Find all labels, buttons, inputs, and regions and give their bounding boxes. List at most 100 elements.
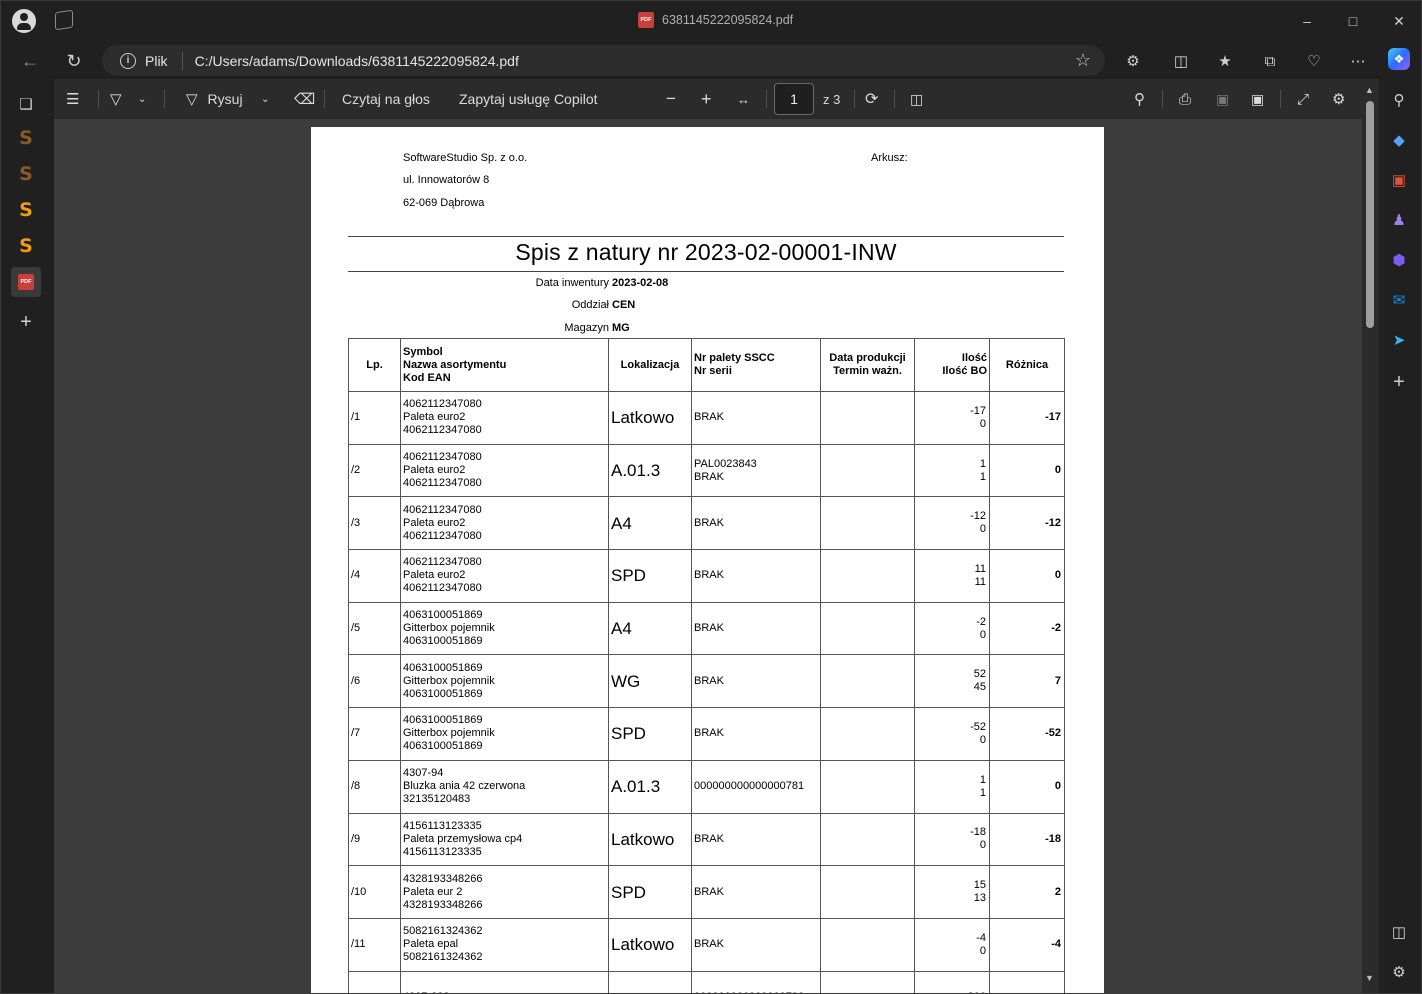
table-row: /6 4063100051869 Gitterbox pojemnik 4063100… (348, 654, 1065, 709)
draw-button[interactable]: ▽ Rysuj (186, 88, 243, 110)
minimize-icon[interactable]: – (1295, 9, 1319, 33)
cell-qty-bo: 0 (979, 839, 986, 852)
extensions-icon[interactable]: ⚙ (1121, 49, 1145, 73)
table-row: /1 4062112347080 Paleta euro2 4062112347080… (348, 391, 1065, 445)
cell-ean: 4062112347080 (403, 529, 482, 542)
pdf-scrollbar[interactable]: ▲ ▼ (1362, 79, 1379, 993)
read-aloud-button[interactable]: Czytaj na głos (342, 88, 430, 110)
microsoft-365-icon[interactable]: ⬢ (1388, 249, 1410, 271)
cell-qty: -18 0 (914, 812, 990, 867)
title-bar: PDF 6381145222095824.pdf – □ ✕ (1, 1, 1421, 41)
browser-essentials-icon[interactable]: ♡ (1302, 49, 1326, 73)
highlight-icon[interactable]: ▽ (110, 88, 122, 110)
cell-dates (820, 443, 915, 498)
contents-list-icon[interactable]: ☰ (66, 88, 79, 110)
cell-qty-bo: 1 (979, 786, 986, 799)
fullscreen-icon[interactable]: ⤢ (1297, 88, 1309, 110)
tab-softwarestudio-1[interactable]: S (11, 123, 41, 153)
col-header-dates: Data produkcji Termin ważn. (820, 338, 915, 392)
save-as-icon[interactable]: ▣ (1251, 88, 1264, 110)
cell-dates (820, 812, 915, 867)
info-icon[interactable]: i (120, 52, 136, 69)
softwarestudio-logo-icon: S (19, 199, 33, 221)
cell-qty: 11 (914, 759, 990, 814)
toolbar-divider (854, 90, 855, 108)
cell-location: Latkowo (608, 917, 692, 972)
copilot-icon[interactable]: ❖ (1388, 48, 1410, 70)
maximize-icon[interactable]: □ (1341, 9, 1365, 33)
close-icon[interactable]: ✕ (1387, 9, 1411, 33)
refresh-icon[interactable]: ↻ (61, 48, 87, 74)
cell-sscc: BRAK (691, 917, 821, 972)
scroll-down-arrow-icon[interactable]: ▼ (1365, 973, 1374, 983)
search-icon[interactable]: ⚲ (1388, 89, 1410, 111)
print-icon[interactable]: ⎙ (1179, 88, 1191, 110)
drop-send-icon[interactable]: ➤ (1388, 329, 1410, 351)
cell-ean: 4328193348266 (403, 898, 483, 911)
more-menu-icon[interactable]: ⋯ (1346, 49, 1370, 73)
scroll-up-arrow-icon[interactable]: ▲ (1365, 85, 1374, 95)
ask-copilot-button[interactable]: Zapytaj usługę Copilot (459, 88, 598, 110)
cell-ean: 32135120483 (403, 793, 471, 806)
search-icon[interactable]: ⚲ (1134, 88, 1145, 110)
company-name: SoftwareStudio Sp. z o.o. (403, 152, 528, 164)
cell-location: A.01.3 (608, 759, 692, 814)
collections-icon[interactable]: ⧉ (1258, 49, 1282, 73)
tab-pdf-active[interactable]: PDF (11, 267, 41, 297)
cell-location: Latkowo (608, 812, 692, 867)
cell-serial: BRAK (694, 516, 724, 529)
save-icon[interactable]: ▣ (1216, 88, 1229, 110)
col-header-qty: Ilość Ilość BO (914, 338, 990, 392)
shopping-tag-icon[interactable]: ◆ (1388, 129, 1410, 151)
back-arrow-icon[interactable]: ← (17, 48, 43, 74)
add-sidebar-app-plus-icon[interactable]: + (1388, 371, 1410, 393)
fit-width-icon[interactable]: ↔ (737, 88, 750, 110)
page-number-input[interactable]: 1 (774, 83, 814, 115)
chevron-down-icon[interactable]: ⌄ (138, 88, 146, 110)
outlook-icon[interactable]: ✉ (1388, 289, 1410, 311)
games-chess-icon[interactable]: ♟ (1388, 209, 1410, 231)
cell-diff: -52 (989, 707, 1065, 761)
cell-qty: 15 13 (914, 865, 990, 919)
tools-briefcase-icon[interactable]: ▣ (1388, 169, 1410, 191)
scrollbar-thumb[interactable] (1366, 101, 1374, 328)
table-row: /7 4063100051869 Gitterbox pojemnik 4063100… (348, 707, 1065, 761)
zoom-out-icon[interactable]: − (666, 88, 676, 110)
tab-softwarestudio-3[interactable]: S (11, 195, 41, 225)
rotate-icon[interactable]: ⟳ (865, 88, 878, 110)
page-total-label: z 3 (823, 91, 841, 107)
cell-location: SPD (608, 707, 692, 761)
table-row: /3 4062112347080 Paleta euro2 4062112347080… (348, 496, 1065, 551)
favorite-star-icon[interactable]: ☆ (1075, 50, 1091, 71)
chevron-down-icon[interactable]: ⌄ (261, 88, 269, 110)
workspaces-icon[interactable] (55, 9, 73, 31)
scheme-label: Plik (145, 52, 168, 69)
cell-sscc: BRAK (691, 865, 821, 919)
eraser-icon[interactable]: ⌫ (294, 88, 315, 110)
profile-avatar-icon[interactable] (12, 9, 36, 33)
cell-diff: -17 (989, 391, 1065, 445)
cell-symbol: 5082161324362 (403, 925, 483, 938)
toolbar-divider (164, 90, 165, 108)
cell-symbol: 4063100051869 (403, 714, 483, 727)
window-title: PDF 6381145222095824.pdf (638, 12, 793, 28)
page-view-icon[interactable]: ◫ (910, 88, 923, 110)
settings-gear-icon[interactable]: ⚙ (1332, 88, 1345, 110)
tab-softwarestudio-4[interactable]: S (11, 231, 41, 261)
favorites-icon[interactable]: ★ (1213, 49, 1237, 73)
cell-symbol: 4307-383 (403, 991, 606, 993)
pdf-file-icon: PDF (18, 274, 34, 290)
url-text[interactable]: C:/Users/adams/Downloads/638114522209582… (195, 53, 519, 69)
cell-sscc-number: PAL0023843 (694, 457, 757, 470)
cell-lp: /8 (348, 759, 401, 814)
zoom-in-icon[interactable]: + (701, 88, 712, 110)
split-screen-icon[interactable]: ◫ (1169, 49, 1193, 73)
tab-softwarestudio-2[interactable]: S (11, 159, 41, 189)
address-bar[interactable]: i Plik C:/Users/adams/Downloads/63811452… (102, 45, 1105, 76)
hide-sidebar-icon[interactable]: ◫ (1388, 921, 1410, 943)
pdf-viewport[interactable]: SoftwareStudio Sp. z o.o. ul. Innowatoró… (54, 119, 1362, 993)
tab-actions-icon[interactable]: ❏ (11, 89, 41, 119)
cell-ean: 4062112347080 (403, 424, 482, 437)
new-tab-plus-icon[interactable]: + (11, 307, 41, 337)
sidebar-settings-gear-icon[interactable]: ⚙ (1388, 961, 1410, 983)
